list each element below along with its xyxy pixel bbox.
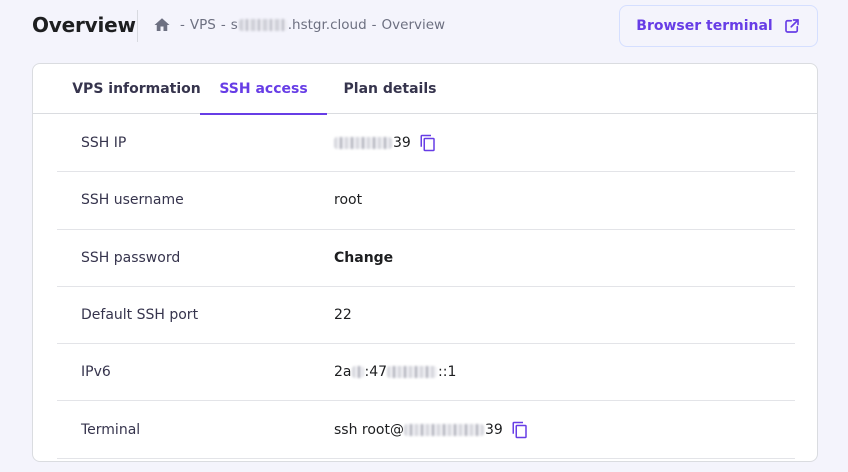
redacted-ip	[403, 423, 484, 436]
redacted-hostname	[238, 19, 287, 31]
ssh-username-value: root	[334, 192, 363, 209]
page-header: Overview - VPS - s .hstgr.cloud - Overvi…	[0, 0, 848, 52]
row-ssh-port: Default SSH port 22	[57, 287, 795, 345]
external-link-icon	[783, 17, 801, 35]
browser-terminal-button[interactable]: Browser terminal	[619, 5, 818, 47]
redacted-ipv6	[387, 366, 438, 379]
breadcrumb-separator: -	[220, 17, 226, 33]
breadcrumb-current: Overview	[381, 17, 446, 33]
breadcrumb-host-suffix: .hstgr.cloud	[287, 17, 367, 33]
browser-terminal-label: Browser terminal	[636, 18, 773, 34]
copy-icon[interactable]	[419, 134, 437, 152]
ssh-ip-value: 39	[334, 134, 437, 152]
ssh-port-value: 22	[334, 307, 352, 324]
ipv6-value: 2a :47 ::1	[334, 364, 456, 380]
change-password-link[interactable]: Change	[334, 250, 393, 266]
row-ipv6: IPv6 2a :47 ::1	[57, 344, 795, 402]
breadcrumb-vps[interactable]: VPS	[190, 17, 216, 33]
ssh-details-list: SSH IP 39 SSH username root SSH password…	[57, 115, 795, 459]
ssh-password-label: SSH password	[81, 249, 181, 266]
breadcrumb-separator: -	[180, 17, 185, 33]
tab-bar: VPS information SSH access Plan details	[33, 64, 817, 115]
tab-ssh-access[interactable]: SSH access	[200, 64, 327, 115]
ssh-ip-suffix: 39	[393, 135, 411, 151]
page-title: Overview	[32, 13, 136, 37]
terminal-command-suffix: 39	[484, 421, 503, 438]
ipv6-suffix: ::1	[438, 364, 457, 381]
ipv6-mid: :47	[364, 364, 388, 381]
ssh-access-card: VPS information SSH access Plan details …	[32, 63, 818, 462]
ssh-ip-label: SSH IP	[81, 135, 127, 152]
ssh-port-label: Default SSH port	[81, 307, 199, 324]
row-ssh-username: SSH username root	[57, 172, 795, 230]
row-terminal: Terminal ssh root@ 39	[57, 401, 795, 459]
ipv6-prefix: 2a	[334, 364, 352, 381]
terminal-command-prefix: ssh root@	[334, 421, 404, 438]
redacted-ipv6	[351, 366, 364, 379]
tab-vps-information[interactable]: VPS information	[49, 64, 224, 114]
row-ssh-password: SSH password Change	[57, 230, 795, 287]
copy-icon[interactable]	[511, 421, 529, 439]
ipv6-label: IPv6	[81, 364, 111, 381]
breadcrumb-host-prefix: s	[230, 17, 238, 33]
tab-plan-details[interactable]: Plan details	[335, 64, 445, 114]
ssh-username-label: SSH username	[81, 192, 184, 209]
terminal-label: Terminal	[81, 421, 141, 438]
redacted-ip	[334, 137, 392, 149]
breadcrumb: - VPS - s .hstgr.cloud - Overview	[153, 16, 445, 34]
terminal-command[interactable]: ssh root@ 39	[334, 421, 529, 439]
row-ssh-ip: SSH IP 39	[57, 115, 795, 173]
breadcrumb-separator: -	[371, 17, 377, 33]
header-divider	[137, 10, 138, 42]
home-icon[interactable]	[153, 16, 171, 34]
